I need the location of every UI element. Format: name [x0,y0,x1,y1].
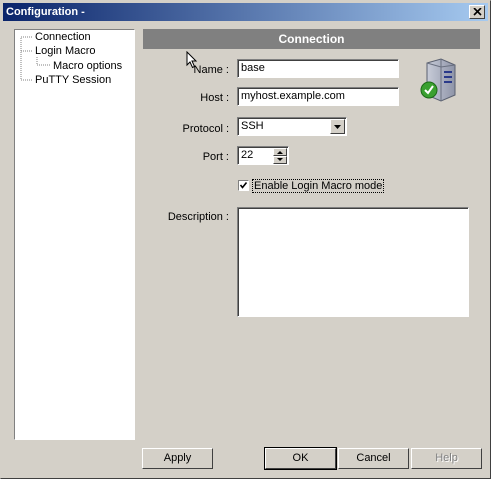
protocol-value: SSH [241,120,264,132]
name-value: base [241,62,265,74]
chevron-down-icon [334,125,341,129]
configuration-window: Configuration - Connection Login Macro M… [0,0,491,479]
name-field[interactable]: base [237,59,399,78]
protocol-select[interactable]: SSH [237,117,347,136]
server-check-icon [420,58,456,102]
tree-item-macro-options[interactable]: Macro options [53,60,122,73]
close-button[interactable] [469,5,485,19]
host-label: Host : [200,92,229,104]
help-button[interactable]: Help [411,448,482,469]
panel-header: Connection [143,29,480,49]
port-decrement-button[interactable] [273,156,287,164]
tree-item-putty-session[interactable]: PuTTY Session [35,74,111,87]
tree-item-connection[interactable]: Connection [35,31,91,44]
description-textarea[interactable] [237,207,469,317]
category-tree[interactable]: Connection Login Macro Macro options PuT… [14,29,135,440]
tree-item-login-macro[interactable]: Login Macro [35,45,96,58]
enable-login-macro-label[interactable]: Enable Login Macro mode [252,179,385,193]
cancel-button[interactable]: Cancel [338,448,409,469]
name-label: Name : [193,64,229,76]
close-icon [473,8,482,16]
panel-title: Connection [278,32,345,46]
protocol-dropdown-button[interactable] [330,119,345,134]
port-label: Port : [202,151,229,163]
window-title: Configuration - [6,6,85,18]
port-stepper[interactable]: 22 [237,146,289,165]
checkmark-icon [239,182,248,189]
title-bar[interactable]: Configuration - [3,3,488,21]
description-label: Description : [167,211,229,223]
apply-button[interactable]: Apply [142,448,213,469]
port-value: 22 [241,149,254,161]
mouse-pointer-icon [186,51,198,69]
host-field[interactable]: myhost.example.com [237,87,399,106]
enable-login-macro-checkbox[interactable] [238,180,249,191]
port-increment-button[interactable] [273,148,287,156]
host-value: myhost.example.com [241,90,345,102]
protocol-label: Protocol : [182,123,229,135]
arrow-up-icon [277,151,283,154]
ok-button[interactable]: OK [264,447,337,470]
arrow-down-icon [277,158,283,161]
